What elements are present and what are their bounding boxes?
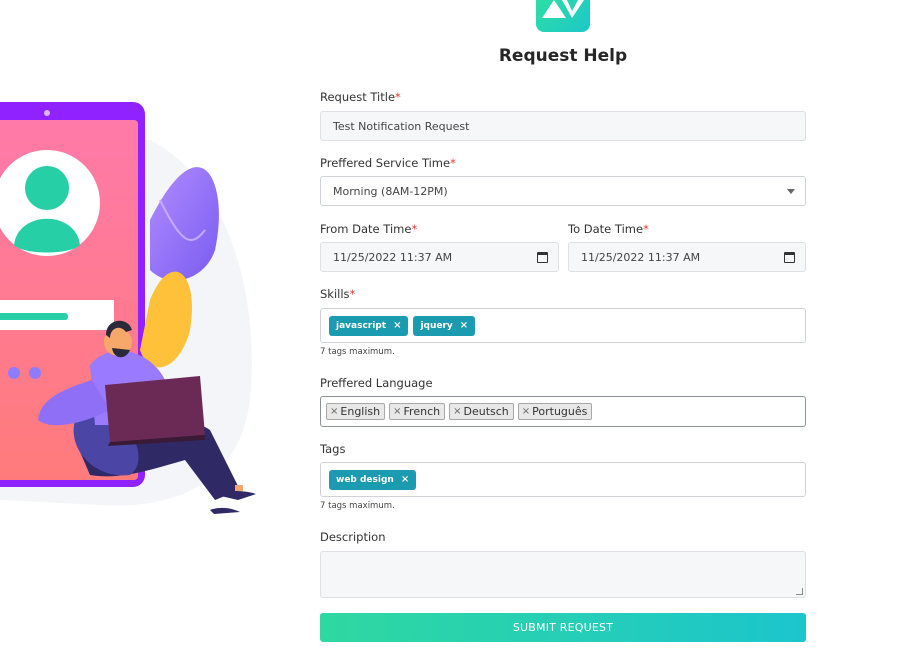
required-mark: * [643,222,649,236]
language-option-label: Português [532,405,588,418]
app-logo [536,0,590,32]
required-mark: * [411,222,418,236]
request-title-value: Test Notification Request [333,119,470,133]
service-time-value: Morning (8AM-12PM) [333,184,448,198]
skills-hint: 7 tags maximum. [320,347,395,357]
description-label: Description [320,530,386,544]
required-mark: * [450,156,456,170]
to-date-input[interactable]: 11/25/2022 11:37 AM [568,242,806,272]
to-date-label: To Date Time* [568,222,649,236]
from-date-label-text: From Date Time [320,222,412,236]
skills-label: Skills* [320,287,355,301]
to-date-label-text: To Date Time [568,222,644,236]
skill-tag: jquery × [413,315,476,336]
resize-handle-icon[interactable] [796,588,803,595]
chevron-down-icon [787,189,795,194]
required-mark: * [395,90,401,104]
language-option: × French [389,403,446,420]
remove-option-icon[interactable]: × [522,406,530,417]
request-title-input[interactable]: Test Notification Request [320,111,806,141]
from-date-input[interactable]: 11/25/2022 11:37 AM [320,242,559,272]
language-option: × English [326,403,386,420]
remove-tag-icon[interactable]: × [460,320,468,331]
person-with-laptop-illustration [0,102,256,514]
service-time-label: Preffered Service Time* [320,156,456,170]
remove-option-icon[interactable]: × [453,406,461,417]
language-label: Preffered Language [320,376,433,390]
remove-tag-icon[interactable]: × [393,320,401,331]
logo-mark-icon [542,0,584,18]
submit-request-button[interactable]: SUBMIT REQUEST [320,613,806,642]
request-title-label: Request Title* [320,90,401,104]
tag-chip-label: web design [336,474,394,485]
from-date-label: From Date Time* [320,222,417,236]
required-mark: * [349,287,356,301]
remove-option-icon[interactable]: × [393,406,401,417]
skill-tag-label: javascript [336,320,387,331]
skills-label-text: Skills [320,287,350,301]
description-textarea[interactable] [320,551,806,598]
skills-tag-input[interactable]: javascript × jquery × [320,308,806,343]
language-option-label: Deutsch [463,405,509,418]
language-multiselect[interactable]: × English × French × Deutsch × Português [320,396,806,427]
language-option-label: French [403,405,441,418]
remove-option-icon[interactable]: × [330,406,338,417]
tags-input[interactable]: web design × [320,462,806,497]
calendar-icon[interactable] [537,252,548,263]
tags-hint: 7 tags maximum. [320,501,395,511]
language-option: × Deutsch [449,403,514,420]
from-date-value: 11/25/2022 11:37 AM [333,250,453,264]
language-option: × Português [517,403,593,420]
request-title-label-text: Request Title [320,90,396,104]
service-time-label-text: Preffered Service Time [320,156,451,170]
service-time-select[interactable]: Morning (8AM-12PM) [320,176,806,206]
tags-label: Tags [320,442,346,456]
calendar-icon[interactable] [784,252,795,263]
language-option-label: English [340,405,381,418]
remove-tag-icon[interactable]: × [401,474,409,485]
to-date-value: 11/25/2022 11:37 AM [581,250,701,264]
tag-chip: web design × [329,469,417,490]
skill-tag-label: jquery [420,320,453,331]
skill-tag: javascript × [329,315,409,336]
page-title: Request Help [498,46,628,66]
